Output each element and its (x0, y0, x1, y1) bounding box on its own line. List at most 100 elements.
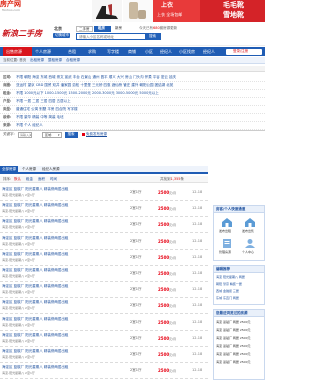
city-switch-button[interactable]: 切换城市 (53, 33, 70, 38)
listing-title[interactable]: 海淀区 蓝靛厂 阳光星期八 精装修两居出租 (2, 365, 68, 370)
tab-rent[interactable]: 租房 (94, 26, 111, 32)
boot-ad-image[interactable] (123, 0, 153, 22)
subnav-item-2[interactable]: 整租房源 (48, 58, 62, 63)
nav-item-0[interactable]: 出售房源 (6, 49, 22, 54)
sort-area[interactable]: 面积 (38, 177, 45, 182)
history-item[interactable]: 海淀 蓝靛厂 两居 2500元 (216, 353, 251, 356)
filter-row-options[interactable]: 不限 1000元以下 1000-1500元 1500-2000元 2000-30… (16, 91, 159, 96)
history-item[interactable]: 海淀 蓝靛厂 两居 2500元 (216, 361, 251, 364)
recommend-item[interactable]: 海淀 阳光星期八 两居 (216, 276, 245, 279)
login-button[interactable]: 登录/注册 (226, 48, 262, 55)
filter-search-button[interactable]: 搜索 (65, 132, 78, 138)
sort-price[interactable]: 租金 (26, 177, 33, 182)
listing-row[interactable]: 海淀区 蓝靛厂 阳光星期八 精装修两居出租 海淀-阳光星期八 2室1厅 2室1厅 25… (0, 332, 208, 347)
filter-row-label: 租金: (3, 91, 12, 95)
listing-rooms: 2室1厅 (130, 336, 142, 340)
history-item[interactable]: 海淀 蓝靛厂 两居 2500元 (216, 337, 251, 340)
listing-title[interactable]: 海淀区 蓝靛厂 阳光星期八 精装修两居出租 (2, 203, 68, 208)
listing-title[interactable]: 海淀区 蓝靛厂 阳光星期八 精装修两居出租 (2, 219, 68, 224)
area-select[interactable]: 区域: ▾ (42, 132, 62, 138)
history-item[interactable]: 海淀 蓝靛厂 两居 2500元 (216, 329, 251, 332)
list-tabs-bar: 全部房源 个人房源 经纪人房源 (0, 166, 208, 174)
filter-row: 类型: 普通住宅 公寓 别墅 平房 四合院 写字楼 (0, 106, 265, 114)
listing-title[interactable]: 海淀区 蓝靛厂 阳光星期八 精装修两居出租 (2, 236, 68, 241)
listing-price: 2500 (158, 271, 170, 276)
manage-tile[interactable] (220, 238, 234, 250)
ad-text-4: 雪地靴 (223, 11, 244, 19)
listing-row[interactable]: 海淀区 蓝靛厂 阳光星期八 精装修两居出租 海淀-阳光星期八 2室1厅 2室1厅 25… (0, 348, 208, 363)
listing-title[interactable]: 海淀区 蓝靛厂 阳光星期八 精装修两居出租 (2, 333, 68, 338)
recommend-item[interactable]: 朝阳 望京 精装一居 (216, 283, 242, 286)
filter-row-label: 区域: (3, 75, 12, 79)
publish-sale-label[interactable]: 发布出售 (242, 230, 254, 233)
nav-item-11[interactable]: 经纪人 (203, 49, 215, 54)
recommend-item[interactable]: 西城 金融街 三居 (216, 290, 239, 293)
nav-item-1[interactable]: 个人房源 (35, 49, 51, 54)
publish-rent-label[interactable]: 发布出租 (219, 230, 231, 233)
publish-sale-tile[interactable] (243, 217, 257, 229)
nav-item-2[interactable]: 合租 (68, 49, 76, 54)
site-logo[interactable]: 新浪二手房 (2, 30, 42, 38)
filter-row-options[interactable]: 不限 个人 经纪人 (16, 123, 43, 128)
listing-row[interactable]: 海淀区 蓝靛厂 阳光星期八 精装修两居出租 海淀-阳光星期八 2室1厅 2室1厅 25… (0, 202, 208, 217)
listing-rooms: 2室1厅 (130, 287, 142, 291)
listing-title[interactable]: 海淀区 蓝靛厂 阳光星期八 精装修两居出租 (2, 187, 68, 192)
keyword-input[interactable] (18, 132, 32, 138)
profile-label[interactable]: 个人中心 (242, 251, 254, 254)
filter-row-options[interactable]: 不限 朝阳 海淀 东城 西城 崇文 宣武 丰台 石景山 通州 昌平 顺义 大兴 … (16, 75, 176, 80)
listing-row[interactable]: 海淀区 蓝靛厂 阳光星期八 精装修两居出租 海淀-阳光星期八 2室1厅 2室1厅 25… (0, 364, 208, 379)
recommend-item[interactable]: 东城 东直门 两居 (216, 297, 239, 300)
publish-link[interactable]: 免费发布房源 (86, 132, 107, 137)
listing-row[interactable]: 海淀区 蓝靛厂 阳光星期八 精装修两居出租 海淀-阳光星期八 2室1厅 2室1厅 25… (0, 316, 208, 331)
nav-item-3[interactable]: 求购 (88, 49, 96, 54)
nav-item-4[interactable]: 写字楼 (107, 49, 119, 54)
sort-label: 排序: (3, 176, 12, 181)
listing-subtitle: 海淀-阳光星期八 2室1厅 (2, 274, 35, 278)
nav-item-7[interactable]: 经纪人 (160, 49, 172, 54)
shoe-ad-image[interactable] (92, 0, 122, 22)
nav-item-10[interactable]: 小区找房 (179, 49, 195, 54)
listing-row[interactable]: 海淀区 蓝靛厂 阳光星期八 精装修两居出租 海淀-阳光星期八 2室1厅 2室1厅 25… (0, 283, 208, 298)
clothing-ad-banner-2[interactable]: 毛毛靴 雪地靴 (200, 0, 265, 22)
divider (0, 130, 265, 131)
listing-price: 2500 (158, 255, 170, 260)
listing-title[interactable]: 海淀区 蓝靛厂 阳光星期八 精装修两居出租 (2, 349, 68, 354)
listing-title[interactable]: 海淀区 蓝靛厂 阳光星期八 精装修两居出租 (2, 252, 68, 257)
list-tab-all[interactable]: 全部房源 (0, 166, 18, 174)
listing-row[interactable]: 海淀区 蓝靛厂 阳光星期八 精装修两居出租 海淀-阳光星期八 2室1厅 2室1厅 25… (0, 299, 208, 314)
publish-rent-tile[interactable] (220, 217, 234, 229)
listing-row[interactable]: 海淀区 蓝靛厂 阳光星期八 精装修两居出租 海淀-阳光星期八 2室1厅 2室1厅 25… (0, 251, 208, 266)
listing-title[interactable]: 海淀区 蓝靛厂 阳光星期八 精装修两居出租 (2, 284, 68, 289)
top-left-logo-ad[interactable]: 房产网 Tonhoo.com (0, 0, 40, 14)
listing-row[interactable]: 海淀区 蓝靛厂 阳光星期八 精装修两居出租 海淀-阳光星期八 2室1厅 2室1厅 25… (0, 186, 208, 201)
history-item[interactable]: 海淀 蓝靛厂 两居 2500元 (216, 321, 251, 324)
listing-rooms: 2室1厅 (130, 368, 142, 372)
history-item[interactable]: 海淀 蓝靛厂 两居 2500元 (216, 345, 251, 348)
subnav-item-1[interactable]: 出租房源 (30, 58, 44, 63)
filter-row-options[interactable]: 亚运村 望京 CBD 国贸 双井 潘家园 劲松 十里堡 三元桥 四惠 酒仙桥 管… (16, 83, 173, 88)
listing-price-unit: 元/月 (169, 222, 177, 227)
subnav-item-3[interactable]: 合租房源 (66, 58, 80, 63)
filter-row-options[interactable]: 不限 一居 二居 三居 四居 五居以上 (16, 99, 71, 104)
list-tab-personal[interactable]: 个人房源 (22, 167, 36, 172)
filter-row-options[interactable]: 普通住宅 公寓 别墅 平房 四合院 写字楼 (16, 107, 78, 112)
listing-row[interactable]: 海淀区 蓝靛厂 阳光星期八 精装修两居出租 海淀-阳光星期八 2室1厅 2室1厅 25… (0, 218, 208, 233)
sort-default[interactable]: 默认 (14, 177, 21, 182)
sort-time[interactable]: 时间 (50, 177, 57, 182)
listing-row[interactable]: 海淀区 蓝靛厂 阳光星期八 精装修两居出租 海淀-阳光星期八 2室1厅 2室1厅 25… (0, 235, 208, 250)
listing-title[interactable]: 海淀区 蓝靛厂 阳光星期八 精装修两居出租 (2, 300, 68, 305)
tab-secondhand[interactable]: 二手房 (76, 26, 93, 32)
manage-label[interactable]: 管理房源 (219, 251, 231, 254)
search-button[interactable]: 搜索 (146, 33, 161, 40)
search-input[interactable] (76, 33, 146, 40)
list-tab-agent[interactable]: 经纪人房源 (42, 167, 60, 172)
filter-row-options[interactable]: 不限 豪华 精装 中等 简装 毛坯 (16, 115, 64, 120)
nav-item-6[interactable]: 小区 (145, 49, 153, 54)
listing-title[interactable]: 海淀区 蓝靛厂 阳光星期八 精装修两居出租 (2, 268, 68, 273)
nav-item-5[interactable]: 商铺 (128, 49, 136, 54)
listing-row[interactable]: 海淀区 蓝靛厂 阳光星期八 精装修两居出租 海淀-阳光星期八 2室1厅 2室1厅 25… (0, 267, 208, 282)
listing-title[interactable]: 海淀区 蓝靛厂 阳光星期八 精装修两居出租 (2, 317, 68, 322)
tab-new[interactable]: 新房 (112, 26, 129, 32)
clothing-ad-banner-1[interactable]: 上衣 上衣 全场包邮 (153, 0, 200, 22)
profile-tile[interactable] (243, 238, 257, 250)
